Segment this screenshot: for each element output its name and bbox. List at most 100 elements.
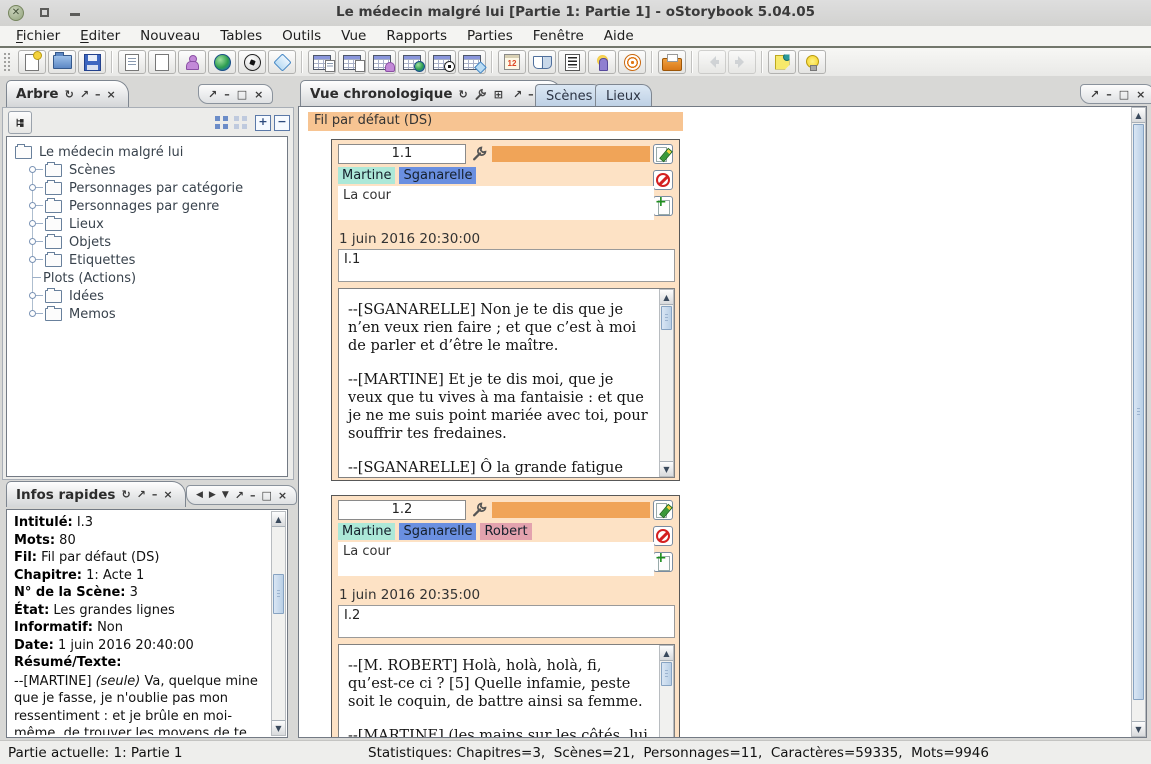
minimize-icon[interactable]: – <box>95 89 101 100</box>
new-person-button[interactable] <box>178 50 206 74</box>
memos-button[interactable] <box>618 50 646 74</box>
expand-handle-icon[interactable] <box>29 256 36 263</box>
scroll-down-button[interactable]: ▼ <box>1132 721 1145 736</box>
table-locations-button[interactable] <box>398 50 426 74</box>
character-chip[interactable]: Martine <box>338 523 396 540</box>
undock-icon[interactable]: ↗ <box>80 89 89 100</box>
timeline-scrollbar[interactable]: ▲ ▼ <box>1131 107 1146 737</box>
tab-scenes[interactable]: Scènes <box>535 84 604 107</box>
expand-handle-icon[interactable] <box>29 166 36 173</box>
expand-handle-icon[interactable] <box>29 220 36 227</box>
go-back-button[interactable] <box>698 50 726 74</box>
undock-icon[interactable]: ↗ <box>137 489 146 500</box>
menu-aide[interactable]: Aide <box>594 27 644 45</box>
menu-outils[interactable]: Outils <box>272 27 331 45</box>
collapse-all-button[interactable]: − <box>274 115 290 131</box>
options-window-icon[interactable]: ⊞ <box>494 89 503 100</box>
menu-parties[interactable]: Parties <box>457 27 523 45</box>
wrench-icon[interactable] <box>474 87 488 101</box>
scroll-up-button[interactable]: ▲ <box>660 646 673 661</box>
ideas-button[interactable] <box>588 50 616 74</box>
close-icon[interactable]: × <box>107 89 116 100</box>
tree-item-objets[interactable]: Objets <box>15 233 283 251</box>
character-chip[interactable]: Robert <box>480 523 532 540</box>
next-tab-icon[interactable]: ▶ <box>209 490 216 500</box>
scroll-up-button[interactable]: ▲ <box>272 512 285 527</box>
minimize-icon[interactable]: – <box>1106 89 1112 100</box>
expand-all-button[interactable]: + <box>255 115 271 131</box>
undock-icon[interactable]: ↗ <box>208 89 217 100</box>
scroll-up-button[interactable]: ▲ <box>1132 108 1145 123</box>
tab-infos-rapides[interactable]: Infos rapides ↻ ↗ – × <box>6 481 186 507</box>
refresh-icon[interactable]: ↻ <box>459 89 468 100</box>
quick-info-scrollbar[interactable]: ▲ ▼ <box>271 511 286 736</box>
table-scenes-button[interactable] <box>308 50 336 74</box>
new-file-button[interactable] <box>18 50 46 74</box>
tips-button[interactable] <box>798 50 826 74</box>
scene-text-scrollbar[interactable]: ▲ ▼ <box>659 645 674 737</box>
scene-title-input[interactable]: I.2 <box>338 605 675 638</box>
close-icon[interactable]: × <box>163 489 172 500</box>
close-icon[interactable]: × <box>1136 89 1145 100</box>
tab-lieux[interactable]: Lieux <box>595 84 652 107</box>
remove-scene-button[interactable] <box>653 526 673 546</box>
expand-handle-icon[interactable] <box>29 202 36 209</box>
minimize-icon[interactable]: – <box>224 89 230 100</box>
scrollbar-thumb[interactable] <box>661 306 672 330</box>
refresh-icon[interactable]: ↻ <box>121 489 130 500</box>
character-chip[interactable]: Sganarelle <box>399 167 477 184</box>
tree-item-plots[interactable]: Plots (Actions) <box>15 269 283 287</box>
tree-item-etiquettes[interactable]: Etiquettes <box>15 251 283 269</box>
maximize-icon[interactable]: □ <box>237 89 247 100</box>
stack-icon[interactable]: ▼ <box>222 490 229 500</box>
edit-scene-button[interactable] <box>653 500 673 520</box>
scene-text-area[interactable]: --[M. ROBERT] Holà, holà, holà, fi, qu’e… <box>338 644 675 737</box>
table-tags-button[interactable] <box>458 50 487 74</box>
table-chapters-button[interactable] <box>338 50 366 74</box>
refresh-icon[interactable]: ↻ <box>65 89 74 100</box>
close-icon[interactable]: × <box>278 490 287 501</box>
close-icon[interactable]: × <box>254 89 263 100</box>
wrench-icon[interactable] <box>471 144 489 162</box>
tree-item-idees[interactable]: Idées <box>15 287 283 305</box>
new-item-button[interactable] <box>238 50 266 74</box>
menu-fenetre[interactable]: Fenêtre <box>523 27 594 45</box>
minimize-icon[interactable]: – <box>250 490 256 501</box>
open-file-button[interactable] <box>48 50 76 74</box>
tree-root[interactable]: Le médecin malgré lui <box>15 143 283 161</box>
tree-item-scenes[interactable]: Scènes <box>15 161 283 179</box>
scene-location-box[interactable]: La cour <box>338 186 654 220</box>
remove-scene-button[interactable] <box>653 170 673 190</box>
calendar-button[interactable] <box>498 50 526 74</box>
scrollbar-thumb[interactable] <box>661 662 672 686</box>
new-location-button[interactable] <box>208 50 236 74</box>
new-tag-button[interactable] <box>268 50 296 74</box>
go-forward-button[interactable] <box>728 50 756 74</box>
menu-vue[interactable]: Vue <box>331 27 376 45</box>
scroll-up-button[interactable]: ▲ <box>660 290 673 305</box>
expand-handle-icon[interactable] <box>29 238 36 245</box>
new-scene-button[interactable] <box>118 50 146 74</box>
menu-fichier[interactable]: Fichier <box>6 27 70 45</box>
expand-handle-icon[interactable] <box>29 310 36 317</box>
undock-icon[interactable]: ↗ <box>1090 89 1099 100</box>
character-chip[interactable]: Sganarelle <box>399 523 477 540</box>
add-scene-button[interactable] <box>653 194 673 216</box>
tree-item-personnages-categorie[interactable]: Personnages par catégorie <box>15 179 283 197</box>
plan-button[interactable] <box>558 50 586 74</box>
wrench-icon[interactable] <box>471 500 489 518</box>
save-file-button[interactable] <box>78 50 106 74</box>
scene-location-box[interactable]: La cour <box>338 542 654 576</box>
add-scene-button[interactable] <box>653 550 673 572</box>
scroll-down-button[interactable]: ▼ <box>272 720 285 735</box>
minimize-icon[interactable]: – <box>152 489 158 500</box>
maximize-icon[interactable]: □ <box>1119 89 1129 100</box>
typist-mode-button[interactable] <box>658 50 686 74</box>
undock-icon[interactable]: ↗ <box>235 490 244 501</box>
scene-number-input[interactable]: 1.1 <box>338 144 466 164</box>
menu-tables[interactable]: Tables <box>210 27 272 45</box>
tree-view-button[interactable] <box>8 111 32 134</box>
scene-number-input[interactable]: 1.2 <box>338 500 466 520</box>
tree-item-lieux[interactable]: Lieux <box>15 215 283 233</box>
memoria-button[interactable] <box>528 50 556 74</box>
